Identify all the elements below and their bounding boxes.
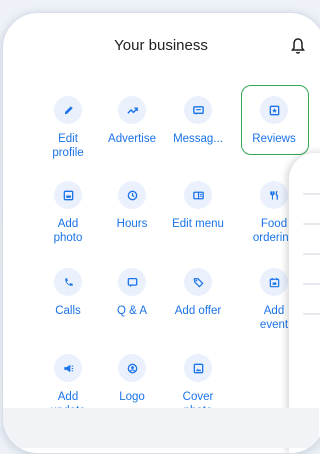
messages-button[interactable]: Messag... — [166, 96, 230, 146]
q-and-a-button[interactable]: Q & A — [100, 268, 164, 318]
overlay-line — [303, 283, 320, 285]
image-icon — [54, 181, 82, 209]
pencil-icon — [54, 96, 82, 124]
phone-frame: Your business Edit profile Advertise Mes… — [2, 12, 320, 454]
megaphone-icon — [54, 354, 82, 382]
hours-label: Hours — [116, 218, 148, 230]
phone-icon — [54, 268, 82, 296]
logo-badge-icon — [118, 354, 146, 382]
trending-up-icon — [118, 96, 146, 124]
clock-icon — [118, 181, 146, 209]
edit-menu-label: Edit menu — [172, 218, 224, 230]
logo-button[interactable]: Logo — [100, 354, 164, 404]
chat-bubble-icon — [118, 268, 146, 296]
overlay-line — [303, 193, 320, 195]
advertise-button[interactable]: Advertise — [100, 96, 164, 146]
calls-button[interactable]: Calls — [36, 268, 100, 318]
hours-button[interactable]: Hours — [100, 181, 164, 231]
calendar-icon — [260, 268, 288, 296]
cutlery-icon — [260, 181, 288, 209]
calls-label: Calls — [55, 305, 81, 317]
bottom-band — [3, 408, 319, 448]
message-icon — [184, 96, 212, 124]
add-photo-label: Add photo — [53, 218, 83, 244]
logo-label: Logo — [119, 391, 145, 403]
q-and-a-label: Q & A — [116, 305, 148, 317]
overlay-line — [303, 223, 320, 225]
header: Your business — [3, 13, 319, 73]
edit-profile-label: Edit profile — [52, 133, 84, 159]
advertise-label: Advertise — [108, 133, 156, 145]
menu-book-icon — [184, 181, 212, 209]
edit-profile-button[interactable]: Edit profile — [36, 96, 100, 160]
add-offer-label: Add offer — [174, 305, 222, 317]
reviews-highlight — [241, 85, 309, 155]
overlay-line — [303, 313, 320, 315]
overlay-line — [303, 253, 320, 255]
tag-icon — [184, 268, 212, 296]
bell-icon[interactable] — [290, 37, 306, 55]
add-photo-button[interactable]: Add photo — [36, 181, 100, 245]
edit-menu-button[interactable]: Edit menu — [166, 181, 230, 231]
messages-label: Messag... — [173, 133, 223, 145]
add-offer-button[interactable]: Add offer — [166, 268, 230, 318]
page-title: Your business — [114, 37, 208, 54]
cover-photo-icon — [184, 354, 212, 382]
